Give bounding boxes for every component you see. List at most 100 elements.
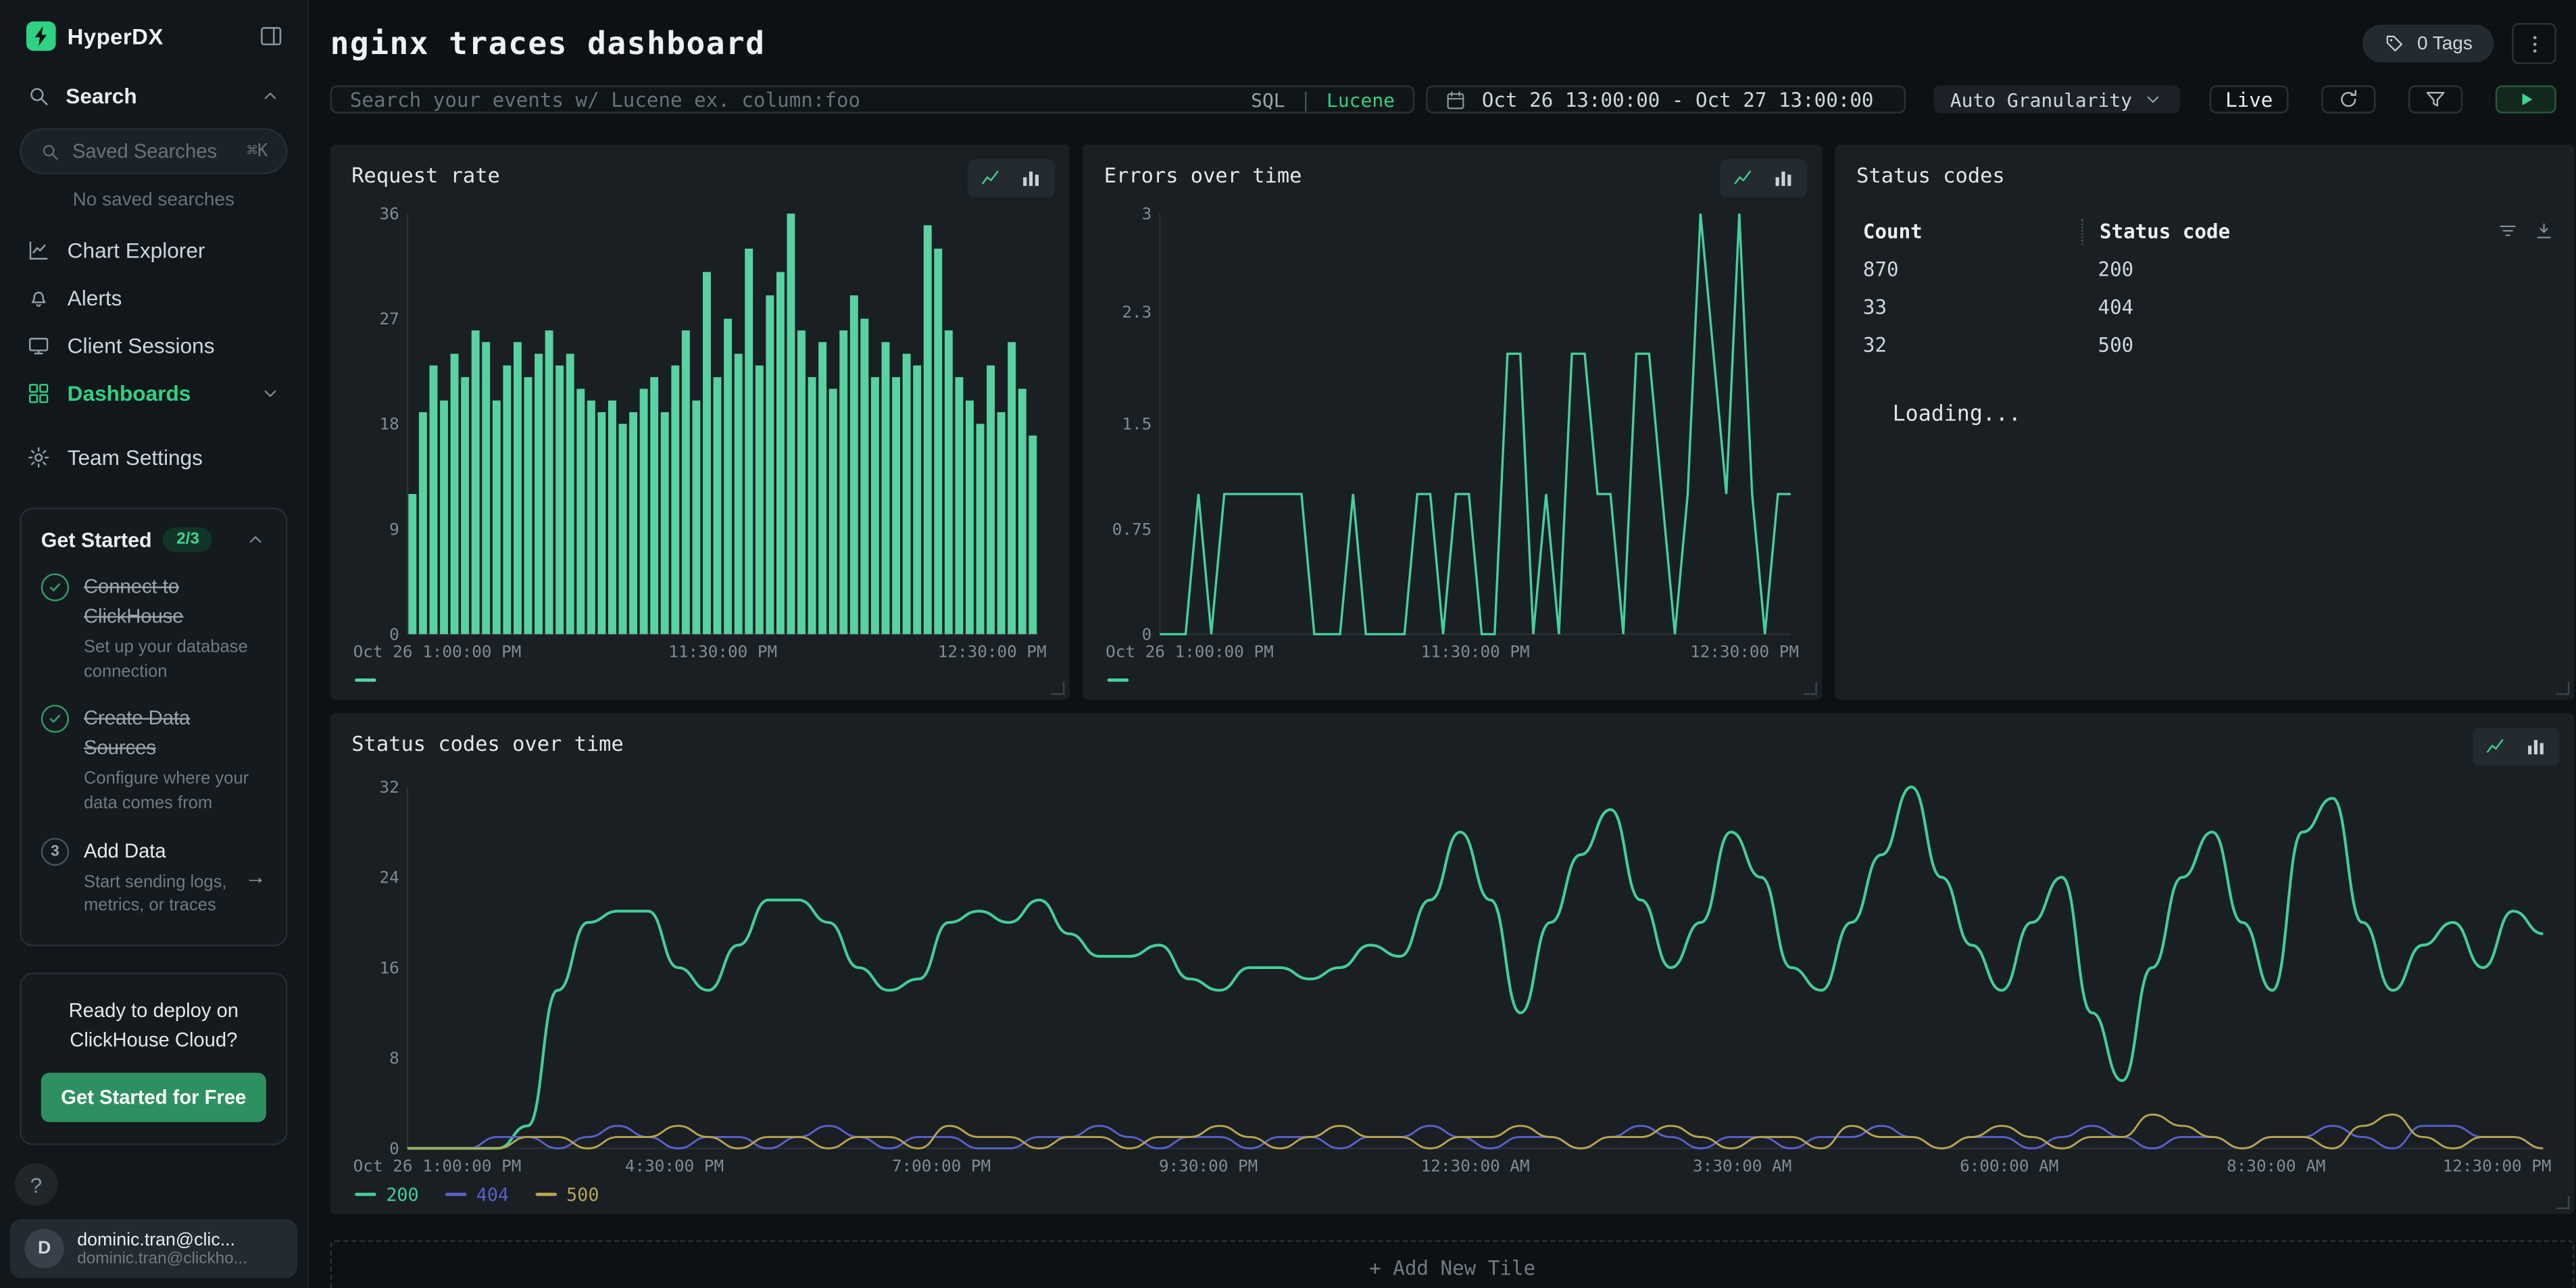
tile-resize-handle[interactable] [1804, 682, 1816, 695]
svg-text:12:30:00 PM: 12:30:00 PM [2443, 1156, 2552, 1175]
svg-text:0.75: 0.75 [1112, 519, 1152, 539]
status-codes-over-time-chart[interactable]: 08162432Oct 26 1:00:00 PM4:30:00 PM7:00:… [351, 774, 2553, 1178]
date-range-picker[interactable]: Oct 26 13:00:00 - Oct 27 13:00:00 [1426, 85, 1906, 113]
dashboards-grid-icon [26, 381, 51, 405]
get-started-step-add-data[interactable]: 3 Add Data Start sending logs, metrics, … [41, 836, 266, 918]
main-content: nginx traces dashboard 0 Tags Search you… [309, 0, 2576, 1288]
get-started-step-connect[interactable]: Connect to ClickHouse Set up your databa… [41, 572, 266, 684]
search-icon [39, 141, 61, 162]
bar-chart-icon[interactable] [1771, 166, 1795, 191]
lucene-toggle[interactable]: Lucene [1327, 88, 1395, 111]
app-root: HyperDX Search Saved Searches ⌘K No save… [0, 0, 2576, 1288]
tile-resize-handle[interactable] [2556, 1196, 2569, 1209]
legend-item-404[interactable]: 404 [445, 1184, 510, 1206]
legend-label: 404 [476, 1184, 509, 1206]
request-rate-chart[interactable]: 09182736Oct 26 1:00:00 PM11:30:00 PM12:3… [351, 201, 1048, 664]
sidebar-nav: Chart Explorer Alerts Client Sessions Da… [0, 226, 307, 481]
line-chart-icon[interactable] [2484, 735, 2508, 759]
table-row[interactable]: 32 500 [1856, 325, 2554, 363]
table-options-icon[interactable] [2497, 220, 2519, 242]
sidebar-item-chart-explorer[interactable]: Chart Explorer [0, 226, 307, 274]
legend-dash [355, 1193, 376, 1196]
sidebar-item-client-sessions[interactable]: Client Sessions [0, 322, 307, 370]
line-chart-icon[interactable] [979, 166, 1004, 191]
bar-chart-icon[interactable] [2523, 735, 2548, 759]
saved-searches-input[interactable]: Saved Searches ⌘K [20, 128, 287, 174]
sidebar-item-alerts[interactable]: Alerts [0, 274, 307, 322]
svg-text:9:30:00 PM: 9:30:00 PM [1159, 1156, 1258, 1175]
user-menu[interactable]: D dominic.tran@clic... dominic.tran@clic… [10, 1219, 297, 1279]
search-placeholder: Search your events w/ Lucene ex. column:… [350, 88, 1236, 111]
svg-text:8: 8 [389, 1048, 399, 1068]
get-started-step-sources[interactable]: Create Data Sources Configure where your… [41, 703, 266, 816]
step-desc: Start sending logs, metrics, or traces [84, 870, 230, 918]
errors-chart[interactable]: 00.751.52.33Oct 26 1:00:00 PM11:30:00 PM… [1104, 201, 1801, 664]
table-header-row: Count Status code [1856, 212, 2554, 250]
svg-text:1.5: 1.5 [1122, 414, 1151, 434]
get-started-free-button[interactable]: Get Started for Free [41, 1073, 266, 1122]
download-icon[interactable] [2533, 220, 2555, 242]
legend-item[interactable] [355, 678, 376, 682]
legend-item[interactable] [1108, 678, 1129, 682]
help-button[interactable]: ? [15, 1163, 57, 1206]
table-row[interactable]: 870 200 [1856, 250, 2554, 288]
tile-resize-handle[interactable] [1051, 682, 1064, 695]
step-desc: Set up your database connection [84, 636, 266, 684]
sql-toggle[interactable]: SQL [1251, 88, 1285, 111]
refresh-button[interactable] [2321, 85, 2375, 113]
bar-chart-icon[interactable] [1018, 166, 1043, 191]
legend-label: 500 [566, 1184, 599, 1206]
run-query-button[interactable] [2496, 85, 2556, 113]
svg-text:12:30:00 PM: 12:30:00 PM [1690, 641, 1799, 661]
no-saved-searches-text: No saved searches [0, 174, 307, 220]
bell-icon [26, 286, 51, 310]
chart-legend [1104, 667, 1802, 693]
cell-status-code: 500 [2081, 332, 2133, 355]
chevron-up-icon[interactable] [259, 85, 281, 107]
sidebar-item-label: Alerts [68, 286, 122, 310]
avatar: D [24, 1229, 64, 1268]
live-button[interactable]: Live [2210, 85, 2289, 113]
svg-text:3: 3 [1142, 204, 1152, 224]
user-name: dominic.tran@clic... [77, 1230, 247, 1249]
cell-count: 870 [1856, 257, 2081, 280]
tile-title: Status codes over time [351, 729, 2554, 759]
filter-button[interactable] [2408, 85, 2462, 113]
search-input[interactable]: Search your events w/ Lucene ex. column:… [330, 85, 1415, 113]
sidebar-section-search[interactable]: Search [0, 68, 307, 125]
svg-text:27: 27 [379, 309, 399, 328]
legend-item-500[interactable]: 500 [535, 1184, 599, 1206]
add-new-tile-button[interactable]: + Add New Tile [330, 1240, 2575, 1288]
tile-resize-handle[interactable] [2556, 682, 2569, 695]
saved-searches-placeholder: Saved Searches [72, 140, 236, 163]
cell-status-code: 404 [2081, 295, 2133, 318]
page-title: nginx traces dashboard [330, 26, 766, 61]
tags-button[interactable]: 0 Tags [2363, 24, 2494, 62]
sidebar-item-team-settings[interactable]: Team Settings [0, 434, 307, 482]
chart-legend: 200 404 500 [351, 1181, 2554, 1208]
svg-text:11:30:00 PM: 11:30:00 PM [668, 641, 777, 661]
chevron-down-icon [2142, 89, 2164, 110]
line-chart-icon[interactable] [1731, 166, 1756, 191]
dashboard-tiles: Request rate 09182736Oct 26 1:00:00 PM11… [330, 145, 2576, 1288]
table-row[interactable]: 33 404 [1856, 287, 2554, 325]
get-started-card: Get Started 2/3 Connect to ClickHouse Se… [20, 507, 287, 946]
sidebar-collapse-icon[interactable] [258, 23, 284, 49]
kebab-menu-button[interactable] [2512, 23, 2556, 64]
deploy-text: Ready to deploy on ClickHouse Cloud? [41, 996, 266, 1056]
arrow-right-icon[interactable]: → [245, 865, 266, 889]
step-number-badge: 3 [41, 837, 69, 865]
chevron-down-icon[interactable] [259, 382, 281, 404]
svg-text:3:30:00 AM: 3:30:00 AM [1693, 1156, 1791, 1175]
column-header-status-code[interactable]: Status code [2081, 218, 2230, 244]
loading-text: Loading... [1893, 403, 2555, 427]
granularity-select[interactable]: Auto Granularity [1933, 85, 2180, 113]
sidebar-item-dashboards[interactable]: Dashboards [0, 370, 307, 418]
shortcut-hint: ⌘K [247, 141, 268, 161]
legend-item-200[interactable]: 200 [355, 1184, 419, 1206]
toolbar: Search your events w/ Lucene ex. column:… [330, 85, 2576, 113]
tile-title: Request rate [351, 161, 1049, 191]
chevron-up-icon[interactable] [245, 529, 266, 551]
column-header-count[interactable]: Count [1856, 220, 2081, 243]
tile-status-codes-over-time: Status codes over time 08162432Oct 26 1:… [330, 713, 2575, 1214]
